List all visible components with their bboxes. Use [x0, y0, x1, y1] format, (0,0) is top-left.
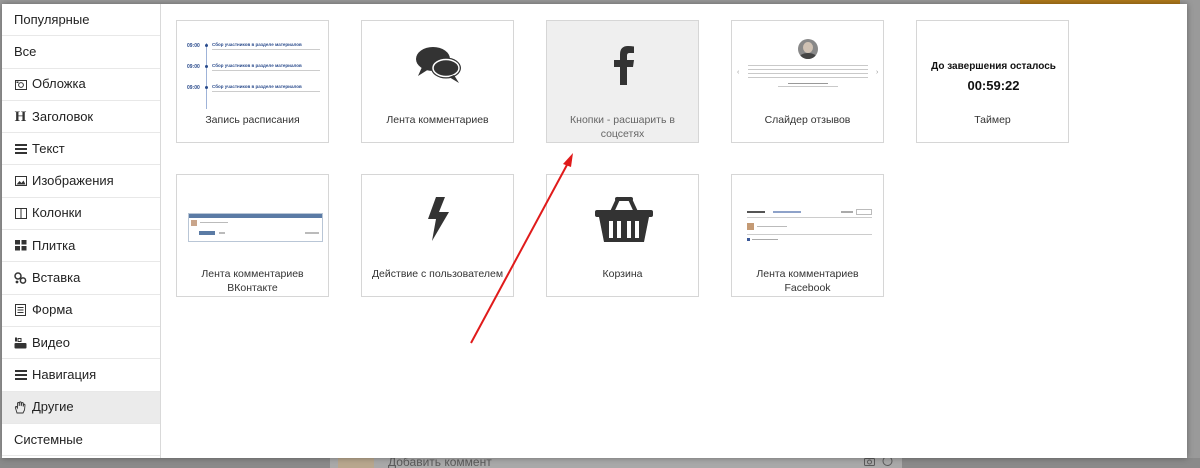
block-card-label: Таймер	[974, 114, 1011, 126]
text-lines-icon	[14, 143, 27, 154]
sidebar-item-text[interactable]: Текст	[2, 133, 160, 166]
schedule-description	[212, 70, 320, 71]
block-card-share-buttons[interactable]: Кнопки - расшарить в соцсетях	[546, 20, 699, 143]
schedule-row: 09:00 Сбор участников в разделе материал…	[187, 63, 320, 85]
facebook-comments-preview	[732, 175, 885, 263]
sidebar-item-form[interactable]: Форма	[2, 295, 160, 327]
sidebar-item-heading[interactable]: H Заголовок	[2, 101, 160, 134]
sidebar-item-label: Колонки	[32, 205, 82, 221]
sidebar-item-images[interactable]: Изображения	[2, 165, 160, 198]
sidebar-item-video[interactable]: Видео	[2, 327, 160, 360]
block-card-label: Лента комментариев	[386, 114, 489, 126]
block-card-reviews-slider[interactable]: ‹ › Слайдер отзывов	[731, 20, 884, 143]
block-card-label: Лента комментариев Facebook	[756, 268, 859, 294]
sidebar-item-label: Заголовок	[32, 108, 94, 124]
comments-icon	[362, 21, 515, 109]
block-card-label: Лента комментариев ВКонтакте	[201, 268, 304, 294]
sidebar-item-label: Системные	[14, 431, 83, 447]
sidebar-item-embed[interactable]: Вставка	[2, 262, 160, 295]
review-text	[748, 65, 868, 87]
category-sidebar: Популярные Все Обложка H Заголовок Текст…	[2, 4, 161, 458]
schedule-description	[212, 49, 320, 50]
basket-icon	[547, 175, 700, 263]
block-card-user-action[interactable]: Действие с пользователем	[361, 174, 514, 297]
block-card-schedule[interactable]: 09:00 Сбор участников в разделе материал…	[176, 20, 329, 143]
schedule-title: Сбор участников в разделе материалов	[212, 84, 302, 89]
schedule-time: 09:00	[187, 64, 200, 70]
schedule-timeline: 09:00 Сбор участников в разделе материал…	[187, 42, 320, 109]
schedule-time: 09:00	[187, 43, 200, 49]
menu-icon	[14, 369, 27, 380]
sidebar-item-label: Плитка	[32, 237, 76, 253]
heading-icon: H	[14, 108, 27, 125]
block-card-vk-comments[interactable]: Лента комментариев ВКонтакте	[176, 174, 329, 297]
slider-preview: ‹ ›	[732, 21, 885, 109]
facebook-icon	[547, 21, 700, 109]
lightning-icon	[362, 175, 515, 263]
sidebar-item-tiles[interactable]: Плитка	[2, 230, 160, 263]
code-icon	[14, 272, 27, 284]
vk-preview	[177, 175, 330, 263]
block-card-basket[interactable]: Корзина	[546, 174, 699, 297]
block-card-label: Корзина	[602, 268, 643, 280]
chevron-right-icon: ›	[876, 69, 879, 76]
camera-icon	[14, 79, 27, 90]
sidebar-item-label: Видео	[32, 334, 70, 350]
sidebar-item-system[interactable]: Системные	[2, 424, 160, 457]
form-icon	[14, 304, 27, 317]
timeline-dot	[205, 65, 208, 68]
sidebar-item-label: Форма	[32, 302, 73, 318]
sidebar-item-cover[interactable]: Обложка	[2, 69, 160, 101]
chevron-left-icon: ‹	[737, 69, 740, 76]
sidebar-item-label: Все	[14, 43, 37, 59]
timer-value: 00:59:22	[967, 78, 1020, 93]
block-library-modal: Популярные Все Обложка H Заголовок Текст…	[2, 4, 1187, 458]
block-card-label: Запись расписания	[205, 114, 300, 126]
block-card-facebook-comments[interactable]: Лента комментариев Facebook	[731, 174, 884, 297]
sidebar-item-label: Вставка	[32, 270, 81, 286]
sidebar-item-all[interactable]: Все	[2, 36, 160, 69]
columns-icon	[14, 207, 27, 219]
schedule-title: Сбор участников в разделе материалов	[212, 42, 302, 47]
schedule-preview: 09:00 Сбор участников в разделе материал…	[177, 21, 330, 109]
sidebar-item-label: Изображения	[32, 173, 114, 189]
block-card-label: Кнопки - расшарить в соцсетях	[570, 114, 675, 140]
sidebar-item-label: Навигация	[32, 366, 97, 382]
youtube-icon	[14, 337, 27, 349]
image-icon	[14, 176, 27, 187]
vk-widget	[188, 213, 323, 242]
schedule-row: 09:00 Сбор участников в разделе материал…	[187, 84, 320, 106]
sidebar-item-label: Другие	[32, 399, 74, 415]
sidebar-item-other[interactable]: Другие	[2, 391, 160, 424]
timer-title: До завершения осталось	[931, 61, 1056, 72]
block-card-label: Слайдер отзывов	[764, 114, 851, 126]
avatar	[798, 39, 818, 59]
tiles-icon	[14, 240, 27, 251]
schedule-description	[212, 91, 320, 92]
block-card-label: Действие с пользователем	[371, 268, 504, 280]
sidebar-item-columns[interactable]: Колонки	[2, 198, 160, 231]
timeline-dot	[205, 86, 208, 89]
block-card-comments[interactable]: Лента комментариев	[361, 20, 514, 143]
hand-icon	[14, 401, 27, 414]
timer-preview: До завершения осталось 00:59:22	[917, 21, 1070, 109]
sidebar-item-label: Популярные	[14, 11, 90, 27]
sidebar-item-label: Текст	[32, 140, 65, 156]
schedule-row: 09:00 Сбор участников в разделе материал…	[187, 42, 320, 64]
timeline-dot	[205, 44, 208, 47]
facebook-widget	[747, 209, 872, 243]
block-card-timer[interactable]: До завершения осталось 00:59:22 Таймер	[916, 20, 1069, 143]
sidebar-item-popular[interactable]: Популярные	[2, 4, 160, 37]
schedule-title: Сбор участников в разделе материалов	[212, 63, 302, 68]
sidebar-item-label: Обложка	[32, 76, 86, 92]
sidebar-item-navigation[interactable]: Навигация	[2, 359, 160, 392]
schedule-time: 09:00	[187, 85, 200, 91]
background-right-edge	[1187, 0, 1200, 468]
